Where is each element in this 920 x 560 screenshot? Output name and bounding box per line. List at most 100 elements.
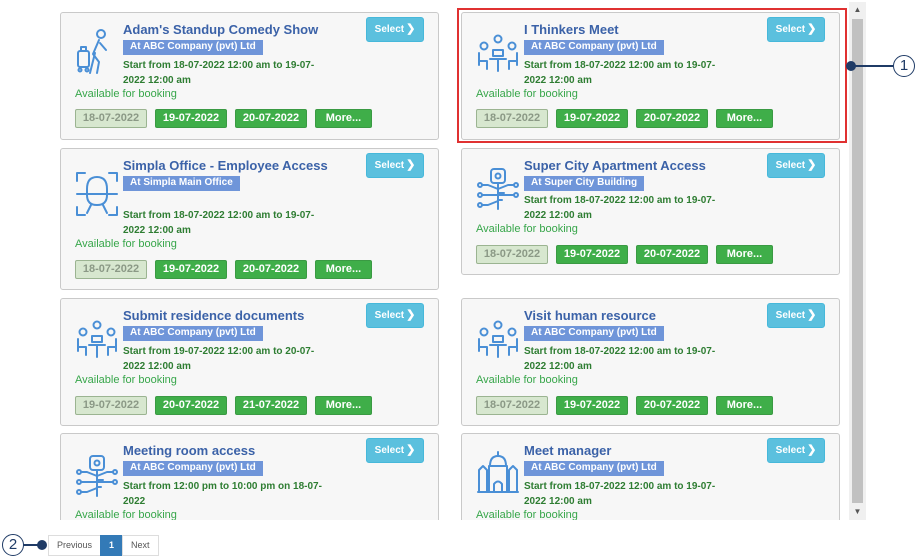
event-title: Visit human resource At ABC Company (pvt… [524,308,756,341]
chevron-right-icon: ❯ [406,444,416,456]
event-time: Start from 18-07-2022 12:00 am to 19-07-… [123,210,315,236]
date-chip[interactable]: 20-07-2022 [636,396,708,415]
date-chip[interactable]: 20-07-2022 [235,109,307,128]
event-time: Start from 18-07-2022 12:00 am to 19-07-… [524,481,716,507]
select-button[interactable]: Select ❯ [366,303,424,328]
callout-dot [37,540,47,550]
more-dates-button[interactable]: More... [315,396,372,415]
event-time: Start from 12:00 pm to 10:00 pm on 18-07… [123,481,322,507]
location-badge: At ABC Company (pvt) Ltd [123,326,263,341]
date-chips: 18-07-2022 19-07-2022 20-07-2022 More... [75,109,372,128]
availability-text: Available for booking [75,88,177,100]
select-button[interactable]: Select ❯ [366,153,424,178]
date-chip[interactable]: 18-07-2022 [75,260,147,279]
chevron-right-icon: ❯ [406,309,416,321]
date-chip[interactable]: 20-07-2022 [155,396,227,415]
event-title: Super City Apartment Access At Super Cit… [524,158,756,191]
date-chips: 19-07-2022 20-07-2022 21-07-2022 More... [75,396,372,415]
callout-line [855,65,893,67]
more-dates-button[interactable]: More... [716,396,773,415]
traveler-icon [75,29,119,75]
selection-highlight [457,8,847,143]
booking-card: Meet manager At ABC Company (pvt) Ltd St… [461,433,840,520]
event-title-text: Submit residence documents [123,308,305,323]
meeting-icon [75,319,119,365]
event-title: Submit residence documents At ABC Compan… [123,308,355,341]
location-badge: At Super City Building [524,176,645,191]
select-button[interactable]: Select ❯ [366,17,424,42]
event-title-text: Simpla Office - Employee Access [123,158,328,173]
next-page-button[interactable]: Next [122,535,159,556]
availability-text: Available for booking [75,374,177,386]
event-title-text: Meeting room access [123,443,256,458]
select-button[interactable]: Select ❯ [767,438,825,463]
digital-key-icon [75,454,119,500]
event-title: Meet manager At ABC Company (pvt) Ltd [524,443,756,476]
date-chip[interactable]: 18-07-2022 [75,109,147,128]
location-badge: At ABC Company (pvt) Ltd [123,40,263,55]
event-title-text: Super City Apartment Access [524,158,706,173]
more-dates-button[interactable]: More... [716,245,773,264]
event-title: Meeting room access At ABC Company (pvt)… [123,443,355,476]
booking-card: Meeting room access At ABC Company (pvt)… [60,433,439,520]
select-button[interactable]: Select ❯ [767,303,825,328]
availability-text: Available for booking [476,509,578,520]
availability-text: Available for booking [75,509,177,520]
date-chip[interactable]: 18-07-2022 [476,396,548,415]
event-title-text: Meet manager [524,443,612,458]
event-time: Start from 18-07-2022 12:00 am to 19-07-… [524,195,716,221]
location-badge: At Simpla Main Office [123,176,240,191]
availability-text: Available for booking [75,238,177,250]
event-title-text: Adam's Standup Comedy Show [123,22,319,37]
digital-key-icon [476,167,520,213]
date-chip[interactable]: 19-07-2022 [556,245,628,264]
select-label: Select [374,310,405,321]
booking-list: Adam's Standup Comedy Show At ABC Compan… [0,0,866,520]
event-time: Start from 18-07-2022 12:00 am to 19-07-… [524,346,716,372]
select-label: Select [775,160,806,171]
chevron-right-icon: ❯ [807,159,817,171]
date-chip[interactable]: 20-07-2022 [636,245,708,264]
callout-number: 1 [893,55,915,77]
chevron-right-icon: ❯ [807,444,817,456]
booking-card: Visit human resource At ABC Company (pvt… [461,298,840,426]
date-chip[interactable]: 19-07-2022 [556,396,628,415]
vertical-scrollbar[interactable]: ▲ ▼ [849,2,866,520]
pagination: Previous 1 Next [48,535,159,556]
more-dates-button[interactable]: More... [315,109,372,128]
date-chips: 18-07-2022 19-07-2022 20-07-2022 More... [476,396,773,415]
booking-card: Adam's Standup Comedy Show At ABC Compan… [60,12,439,140]
date-chips: 18-07-2022 19-07-2022 20-07-2022 More... [75,260,372,279]
chevron-right-icon: ❯ [807,309,817,321]
event-title: Simpla Office - Employee Access At Simpl… [123,158,355,191]
building-icon [476,450,520,496]
date-chip[interactable]: 21-07-2022 [235,396,307,415]
more-dates-button[interactable]: More... [315,260,372,279]
chevron-right-icon: ❯ [406,159,416,171]
previous-page-button[interactable]: Previous [48,535,102,556]
booking-card: Submit residence documents At ABC Compan… [60,298,439,426]
select-label: Select [374,445,405,456]
select-button[interactable]: Select ❯ [366,438,424,463]
date-chip[interactable]: 18-07-2022 [476,245,548,264]
page-1-button[interactable]: 1 [100,535,124,556]
face-scan-icon [75,171,119,217]
date-chip[interactable]: 20-07-2022 [235,260,307,279]
booking-card: Super City Apartment Access At Super Cit… [461,148,840,275]
location-badge: At ABC Company (pvt) Ltd [524,326,664,341]
select-label: Select [374,24,405,35]
date-chips: 18-07-2022 19-07-2022 20-07-2022 More... [476,245,773,264]
scrollbar-thumb[interactable] [852,19,863,503]
event-time: Start from 18-07-2022 12:00 am to 19-07-… [123,60,315,86]
date-chip[interactable]: 19-07-2022 [155,260,227,279]
location-badge: At ABC Company (pvt) Ltd [123,461,263,476]
scroll-up-icon[interactable]: ▲ [849,2,866,18]
event-time: Start from 19-07-2022 12:00 am to 20-07-… [123,346,315,372]
chevron-right-icon: ❯ [406,23,416,35]
availability-text: Available for booking [476,223,578,235]
date-chip[interactable]: 19-07-2022 [155,109,227,128]
scroll-down-icon[interactable]: ▼ [849,504,866,520]
select-button[interactable]: Select ❯ [767,153,825,178]
availability-text: Available for booking [476,374,578,386]
date-chip[interactable]: 19-07-2022 [75,396,147,415]
